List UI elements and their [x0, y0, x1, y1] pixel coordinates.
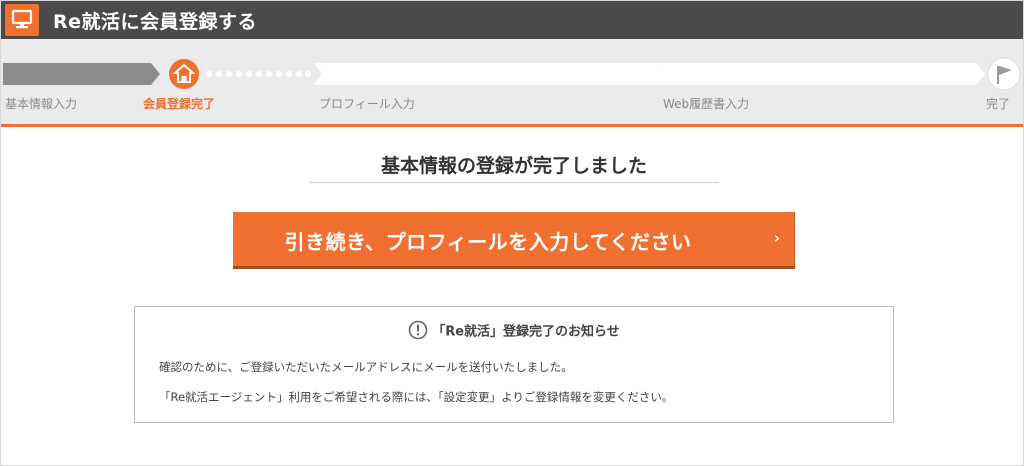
- step-segment-resume: [658, 63, 985, 85]
- monitor-icon: [5, 4, 39, 36]
- title-divider: [309, 182, 719, 183]
- page-header: Re就活に会員登録する: [1, 1, 1023, 39]
- notice-heading: 「Re就活」登録完了のお知らせ: [432, 324, 620, 340]
- step-label-basic-info: 基本情報入力: [5, 97, 78, 111]
- step-label-complete: 完了: [986, 97, 1011, 111]
- step-segment-profile: [314, 63, 667, 85]
- page-frame: Re就活に会員登録する 基本情報入力 会員登録完了 プロフィール入力 Web履歴…: [0, 0, 1024, 466]
- step-dots: [206, 71, 311, 77]
- notice-email-sent-text: 確認のために、ご登録いただいたメールアドレスにメールを送付いたしました。: [159, 360, 573, 374]
- step-final-circle: [987, 57, 1021, 91]
- page-header-title: Re就活に会員登録する: [53, 11, 258, 33]
- step-label-web-resume: Web履歴書入力: [663, 97, 750, 111]
- completion-title: 基本情報の登録が完了しました: [380, 155, 647, 177]
- notice-agent-info-text: 「Re就活エージェント」利用をご希望される際には、「設定変更」よりご登録情報を変…: [159, 390, 674, 404]
- exclamation-circle-icon: [408, 320, 428, 344]
- step-progress-bar: 基本情報入力 会員登録完了 プロフィール入力 Web履歴書入力 完了: [1, 39, 1023, 127]
- notice-box: 「Re就活」登録完了のお知らせ 確認のために、ご登録いただいたメールアドレスにメ…: [134, 306, 894, 423]
- step-label-profile: プロフィール入力: [319, 97, 415, 111]
- continue-profile-button-label: 引き続き、プロフィールを入力してください: [284, 230, 692, 254]
- notice-heading-row: 「Re就活」登録完了のお知らせ: [135, 320, 893, 344]
- step-label-registration-complete: 会員登録完了: [143, 97, 216, 111]
- step-progress-graphic: [3, 57, 1021, 91]
- continue-profile-button[interactable]: 引き続き、プロフィールを入力してください ›: [233, 212, 795, 269]
- step-segment-done: [3, 63, 160, 85]
- chevron-right-icon: ›: [773, 229, 780, 247]
